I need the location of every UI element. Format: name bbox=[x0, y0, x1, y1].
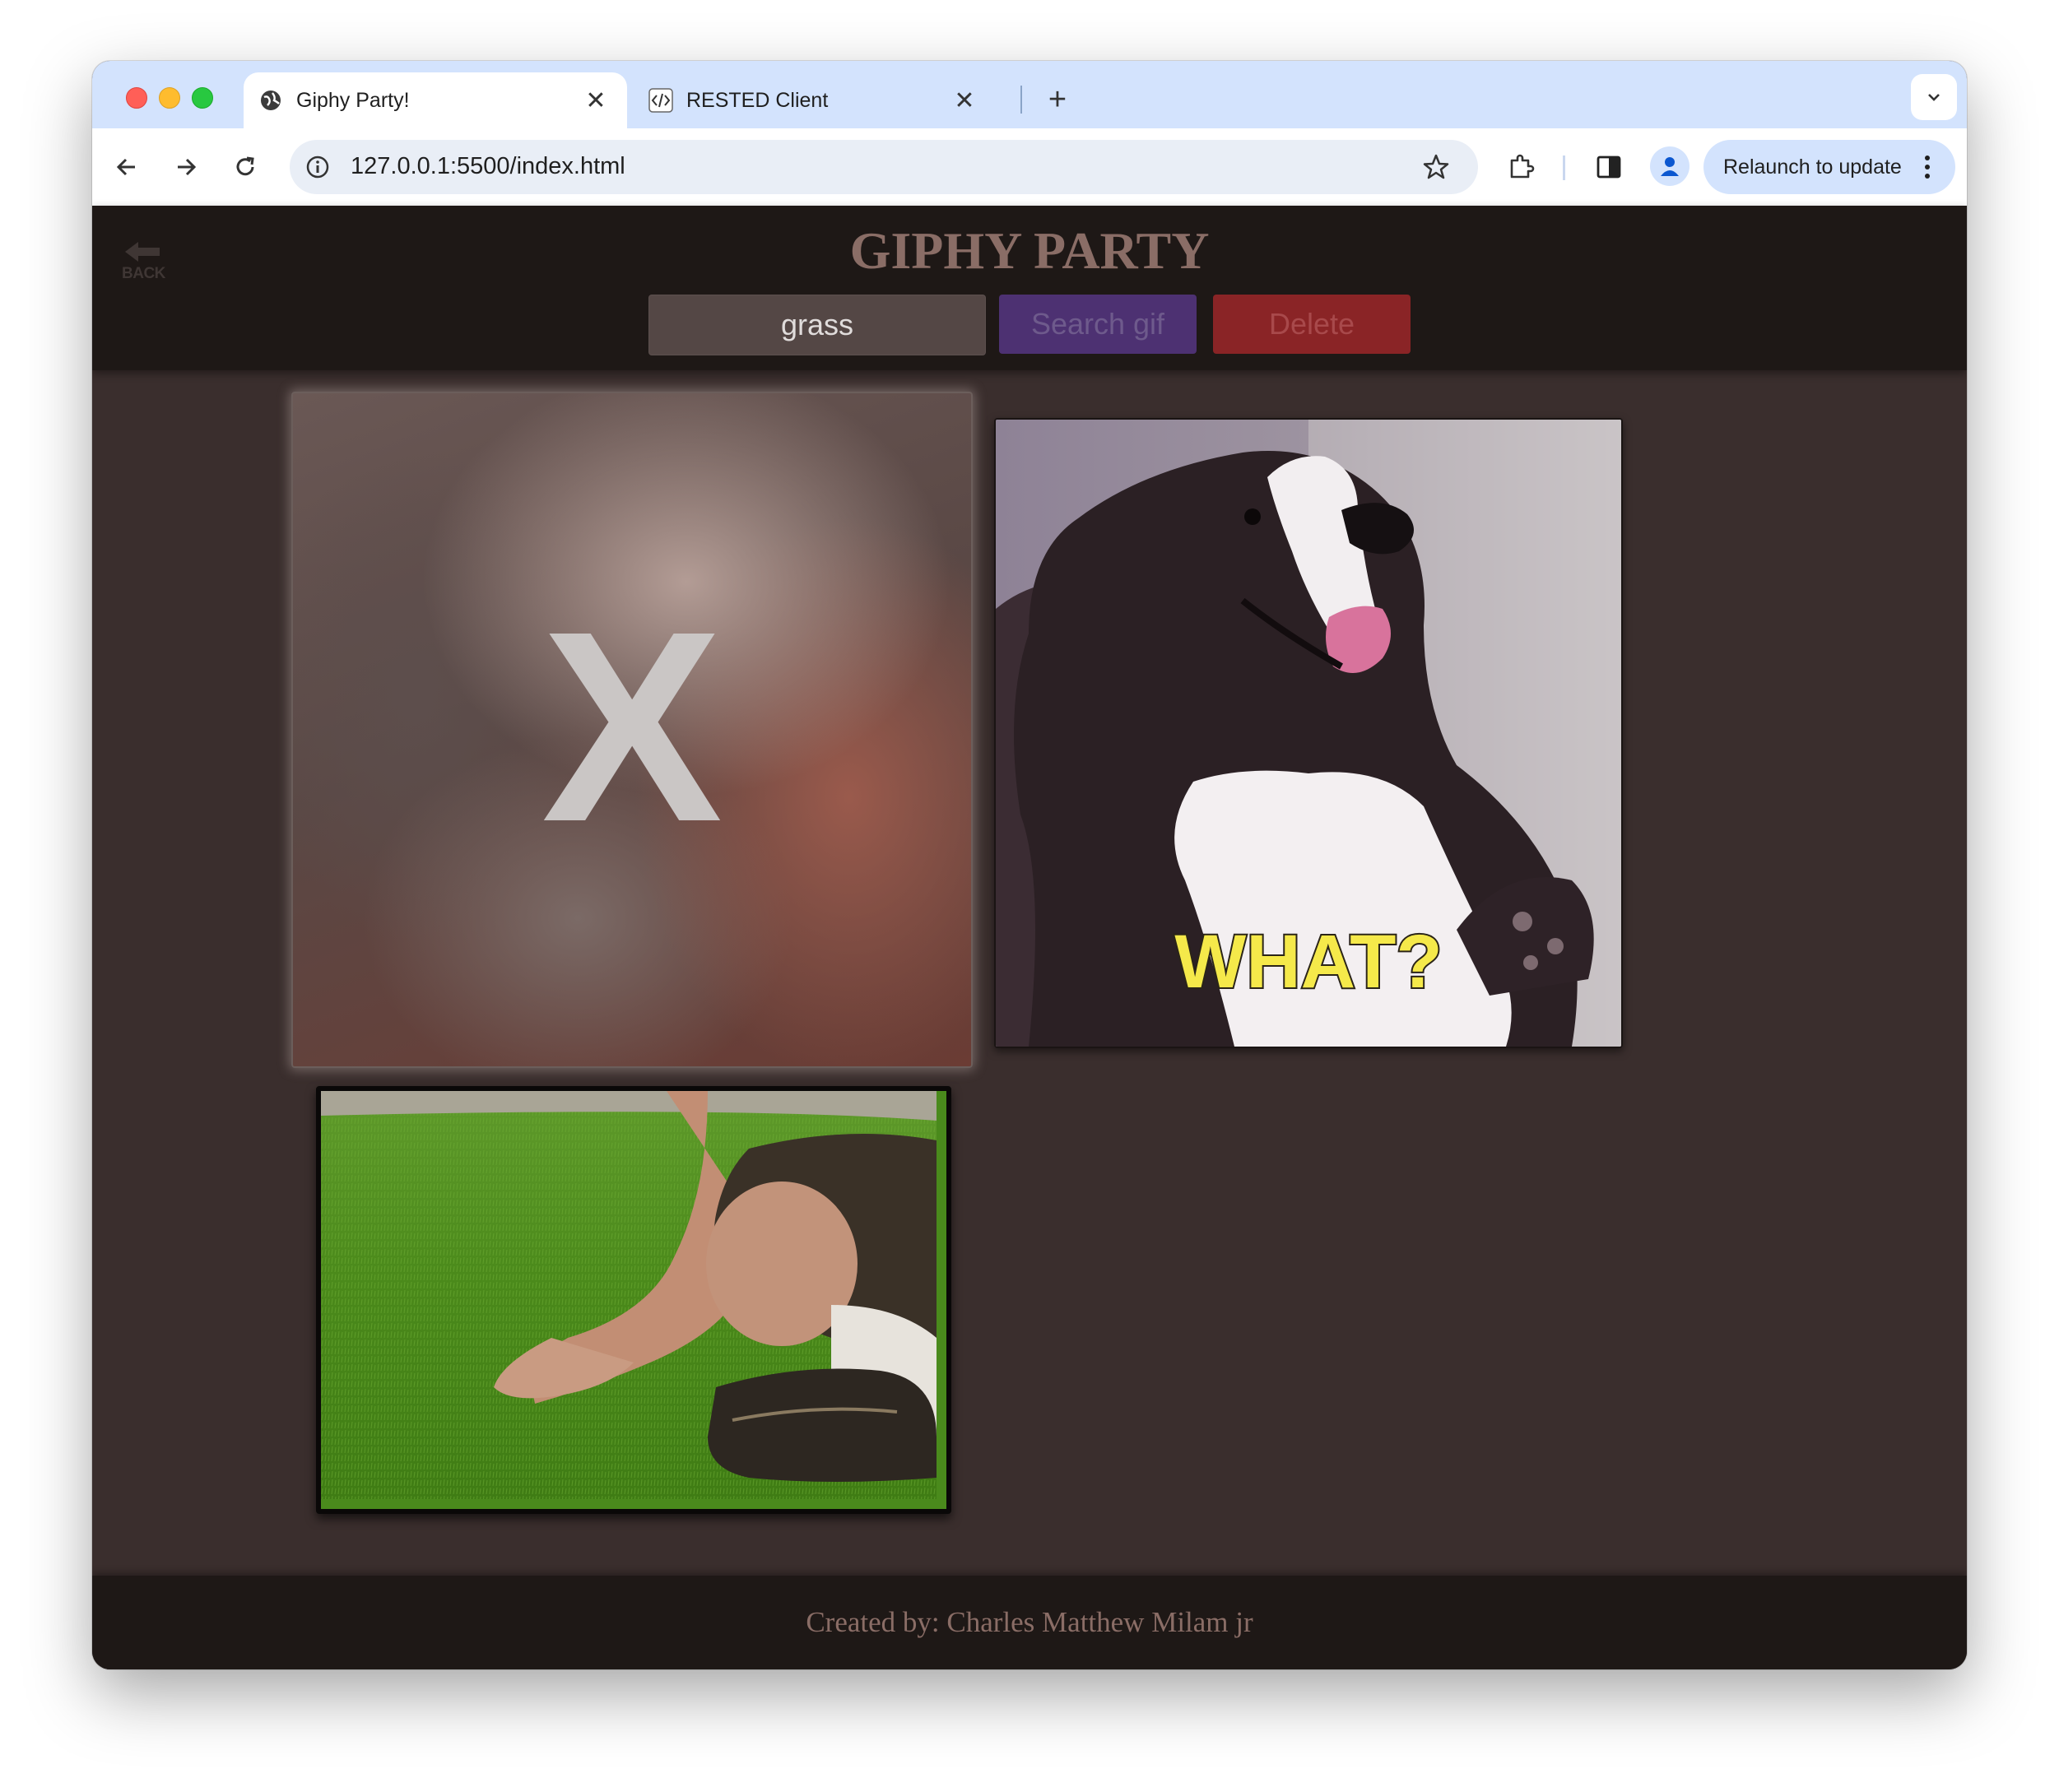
arrow-right-icon bbox=[178, 158, 197, 176]
puzzle-icon bbox=[1510, 154, 1535, 179]
search-gif-button[interactable]: Search gif bbox=[999, 295, 1197, 354]
relaunch-to-update-button[interactable]: Relaunch to update bbox=[1703, 140, 1955, 194]
tab-separator bbox=[1020, 86, 1022, 114]
tab-title: Giphy Party! bbox=[296, 88, 410, 112]
zoom-window-button[interactable] bbox=[192, 87, 213, 109]
tab-strip: Giphy Party! ✕ RESTED Client ✕ + bbox=[92, 61, 1967, 128]
dog-caption-text: WHAT? bbox=[1174, 920, 1442, 1004]
chevron-down-icon bbox=[1928, 94, 1940, 101]
browser-toolbar: 127.0.0.1:5500/index.html Relaunch to up… bbox=[92, 128, 1967, 206]
gif-dog-what[interactable]: WHAT? bbox=[994, 418, 1623, 1048]
toolbar-separator bbox=[1563, 156, 1565, 180]
side-panel-button[interactable] bbox=[1588, 146, 1629, 188]
new-tab-button[interactable]: + bbox=[1037, 79, 1078, 120]
grass-image bbox=[321, 1091, 937, 1499]
browser-window: Giphy Party! ✕ RESTED Client ✕ + 127.0.0… bbox=[92, 61, 1967, 1669]
globe-icon bbox=[258, 88, 283, 113]
back-button[interactable] bbox=[107, 147, 146, 187]
delete-button[interactable]: Delete bbox=[1213, 295, 1411, 354]
code-icon bbox=[648, 88, 673, 113]
reload-icon bbox=[236, 156, 254, 176]
close-tab-icon[interactable]: ✕ bbox=[579, 84, 612, 117]
site-info-icon[interactable] bbox=[301, 151, 334, 183]
gif-overlay-x: X bbox=[541, 574, 723, 878]
gif-grass[interactable] bbox=[316, 1086, 951, 1514]
url-text: 127.0.0.1:5500/index.html bbox=[351, 153, 625, 179]
reload-button[interactable] bbox=[225, 147, 265, 187]
footer-credit: Created by: Charles Matthew Milam jr bbox=[806, 1606, 1253, 1638]
tab-giphy-party[interactable]: Giphy Party! ✕ bbox=[244, 72, 627, 128]
tab-title: RESTED Client bbox=[686, 88, 829, 112]
extensions-button[interactable] bbox=[1501, 146, 1542, 188]
relaunch-label: Relaunch to update bbox=[1723, 155, 1902, 179]
tab-search-button[interactable] bbox=[1911, 74, 1957, 120]
page-title: GIPHY PARTY bbox=[849, 221, 1210, 280]
page-content: BACK GIPHY PARTY Search gif Delete X bbox=[92, 206, 1967, 1669]
forward-button[interactable] bbox=[166, 147, 206, 187]
close-window-button[interactable] bbox=[126, 87, 147, 109]
gif-blurred[interactable]: X bbox=[291, 392, 973, 1068]
dog-caption: WHAT? bbox=[1173, 918, 1443, 1005]
more-menu-icon[interactable] bbox=[1911, 156, 1944, 179]
close-tab-icon[interactable]: ✕ bbox=[948, 84, 981, 117]
arrow-left-icon bbox=[116, 158, 135, 176]
profile-avatar[interactable] bbox=[1650, 146, 1689, 186]
page-header: BACK GIPHY PARTY Search gif Delete bbox=[92, 206, 1967, 370]
bookmark-star-icon[interactable] bbox=[1419, 150, 1453, 184]
search-input[interactable] bbox=[648, 295, 986, 355]
side-panel-icon bbox=[1597, 156, 1621, 179]
person-icon bbox=[1661, 157, 1679, 176]
tab-rested-client[interactable]: RESTED Client ✕ bbox=[634, 72, 996, 128]
address-bar[interactable]: 127.0.0.1:5500/index.html bbox=[290, 140, 1478, 194]
minimize-window-button[interactable] bbox=[159, 87, 180, 109]
page-footer: Created by: Charles Matthew Milam jr bbox=[92, 1576, 1967, 1669]
